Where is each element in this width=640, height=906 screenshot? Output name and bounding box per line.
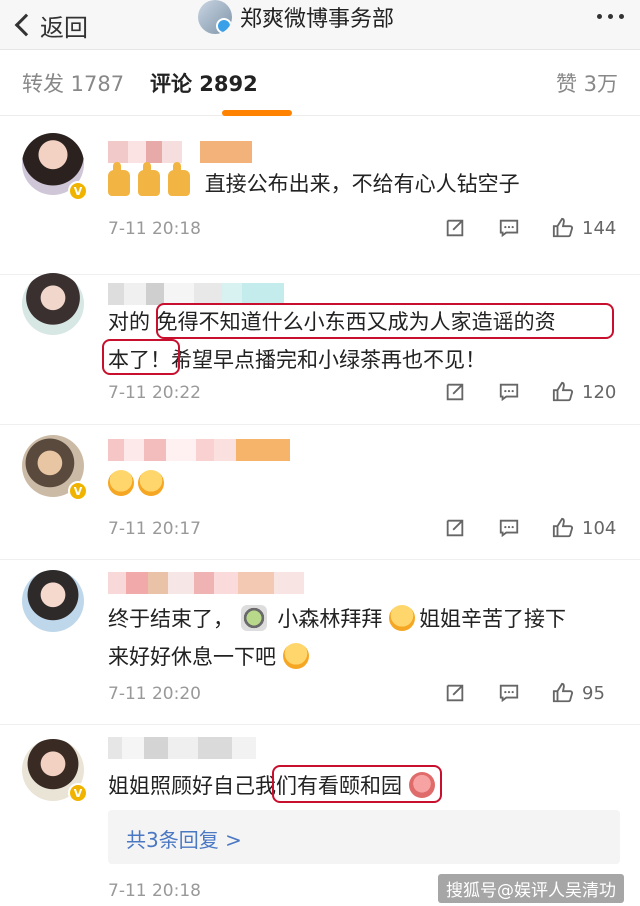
comment-time: 7-11 20:17 xyxy=(108,519,201,539)
comment-text-line-2: 来好好休息一下吧 xyxy=(108,636,313,678)
back-button[interactable]: 返回 xyxy=(12,5,88,45)
username-blurred[interactable] xyxy=(108,572,304,594)
comment-item: V 7-11 20:17 104 xyxy=(0,425,640,560)
laughing-tears-emoji-icon xyxy=(108,470,134,496)
page-title: 郑爽微博事务部 xyxy=(240,7,395,32)
share-icon[interactable] xyxy=(444,682,466,704)
share-icon[interactable] xyxy=(444,381,466,403)
like-icon[interactable] xyxy=(552,217,574,239)
comment-text: 直接公布出来，不给有心人钻空子 xyxy=(108,162,520,205)
thumbs-up-emoji-icon xyxy=(138,162,160,196)
kissing-emoji-icon xyxy=(282,643,309,669)
username-blurred[interactable] xyxy=(108,141,252,163)
comment-icon[interactable] xyxy=(498,217,520,239)
verified-badge-icon: V xyxy=(68,481,88,501)
comment-time: 7-11 20:20 xyxy=(108,684,201,704)
pig-emoji-icon xyxy=(408,772,435,798)
tab-likes[interactable]: 赞 3万 xyxy=(556,68,618,98)
tab-reposts[interactable]: 转发 1787 xyxy=(22,68,124,98)
account-avatar xyxy=(198,0,232,34)
comment-text-line-1: 终于结束了， 小森林拜拜 姐姐辛苦了接下 xyxy=(108,605,567,631)
watermark: 搜狐号@娱评人吴清功 xyxy=(438,874,624,903)
avatar[interactable] xyxy=(22,273,84,335)
comment-item: V 直接公布出来，不给有心人钻空子 7-11 20:18 144 xyxy=(0,117,640,275)
avatar[interactable] xyxy=(22,570,84,632)
comment-actions: 120 xyxy=(412,381,618,403)
comment-text-line-2: 本了！希望早点播完和小绿茶再也不见！ xyxy=(108,348,486,372)
back-label: 返回 xyxy=(40,13,88,42)
comment-actions: 104 xyxy=(412,517,618,539)
comment-icon[interactable] xyxy=(498,381,520,403)
like-count: 120 xyxy=(582,381,617,403)
tab-comments[interactable]: 评论 2892 xyxy=(150,68,258,98)
comment-text xyxy=(108,463,168,505)
comment-item: 终于结束了， 小森林拜拜 姐姐辛苦了接下 来好好休息一下吧 7-11 20:20… xyxy=(0,560,640,725)
comment-icon[interactable] xyxy=(498,682,520,704)
like-count: 95 xyxy=(582,682,605,704)
verified-badge-icon: V xyxy=(68,783,88,803)
laughing-tears-emoji-icon xyxy=(138,470,164,496)
comment-time: 7-11 20:22 xyxy=(108,383,201,403)
chevron-left-icon xyxy=(14,13,38,37)
comment-text: 姐姐照顾好自己我们有看颐和园 xyxy=(108,765,439,807)
like-count: 104 xyxy=(582,517,617,539)
verified-badge-icon: V xyxy=(68,181,88,201)
like-icon[interactable] xyxy=(552,381,574,403)
top-nav-bar: 返回 郑爽微博事务部 xyxy=(0,0,640,50)
comment-time: 7-11 20:18 xyxy=(108,881,201,901)
like-icon[interactable] xyxy=(552,682,574,704)
share-icon[interactable] xyxy=(444,217,466,239)
tea-cup-emoji-icon xyxy=(240,605,267,631)
active-tab-indicator xyxy=(222,110,292,116)
comment-time: 7-11 20:18 xyxy=(108,219,201,239)
like-icon[interactable] xyxy=(552,517,574,539)
thumbs-up-emoji-icon xyxy=(108,162,130,196)
thumbs-up-emoji-icon xyxy=(168,162,190,196)
reply-expander[interactable]: 共3条回复 > xyxy=(108,810,620,864)
username-blurred[interactable] xyxy=(108,737,256,759)
username-blurred[interactable] xyxy=(108,439,290,461)
comment-text-line-1: 对的 免得不知道什么小东西又成为人家造谣的资 xyxy=(108,310,556,334)
hugging-emoji-icon xyxy=(389,605,416,631)
comment-icon[interactable] xyxy=(498,517,520,539)
more-options-icon[interactable] xyxy=(597,14,624,19)
comment-actions: 95 xyxy=(412,682,618,704)
account-title[interactable]: 郑爽微博事务部 xyxy=(198,0,394,34)
like-count: 144 xyxy=(582,217,617,239)
reply-count-link[interactable]: 共3条回复 > xyxy=(126,824,242,853)
share-icon[interactable] xyxy=(444,517,466,539)
comment-actions: 144 xyxy=(412,217,618,239)
tab-bar: 转发 1787 评论 2892 赞 3万 xyxy=(0,50,640,116)
comment-item: 对的 免得不知道什么小东西又成为人家造谣的资 本了！希望早点播完和小绿茶再也不见… xyxy=(0,273,640,425)
